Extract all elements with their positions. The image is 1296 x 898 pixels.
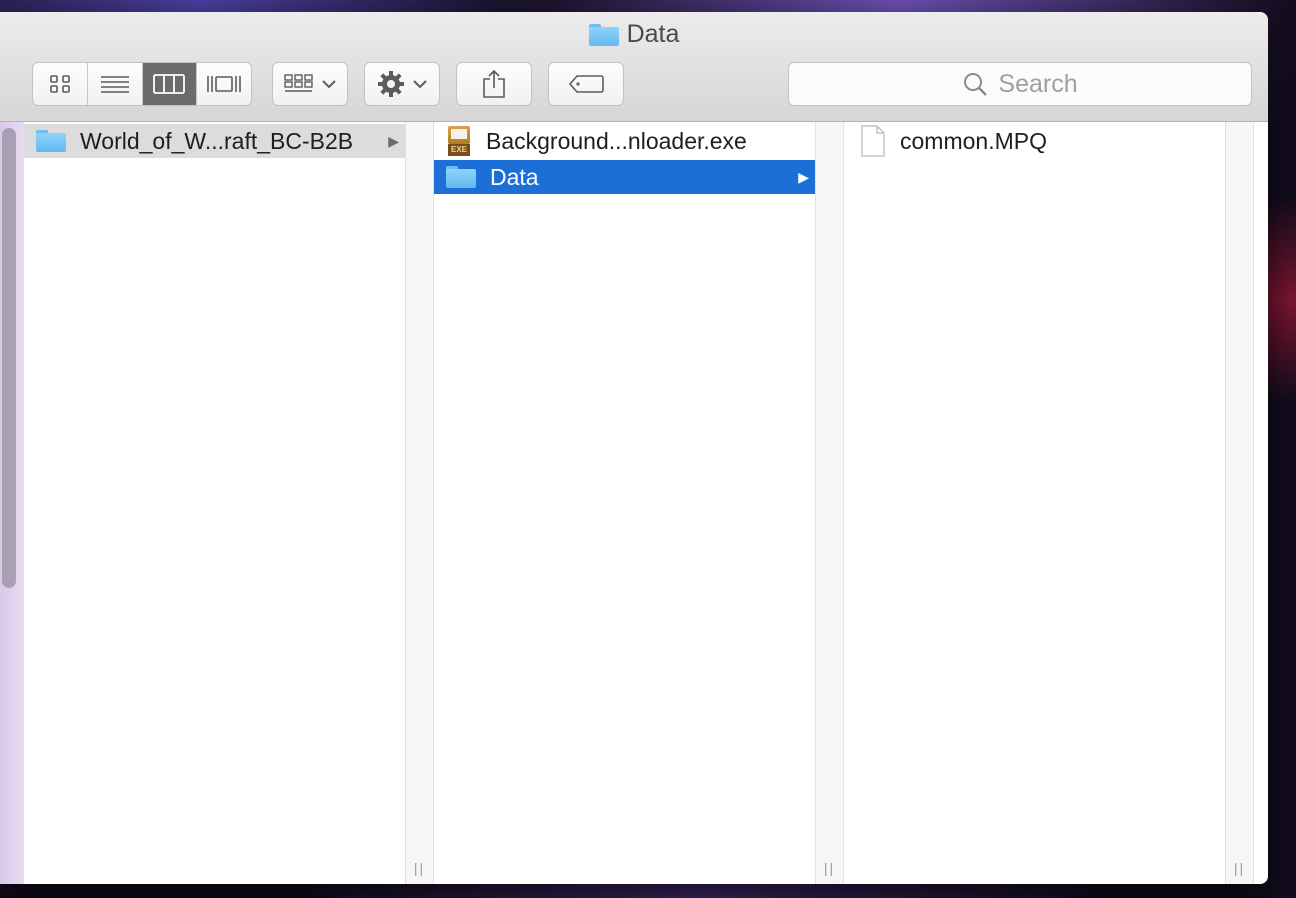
sidebar-edge xyxy=(0,122,24,884)
icon-view-icon xyxy=(50,75,70,93)
list-item[interactable]: Data ▶ xyxy=(434,160,815,194)
disclosure-arrow-icon: ▶ xyxy=(798,168,809,185)
vertical-scrollbar[interactable] xyxy=(2,128,16,588)
icon-view-button[interactable] xyxy=(33,63,88,105)
document-icon xyxy=(860,125,886,157)
chevron-down-icon xyxy=(322,80,336,89)
column-3: common.MPQ xyxy=(844,122,1226,884)
cover-flow-button[interactable] xyxy=(197,63,251,105)
column-view-button[interactable] xyxy=(142,63,198,105)
action-button[interactable] xyxy=(364,62,440,106)
arrange-button[interactable] xyxy=(272,62,348,106)
view-switcher xyxy=(32,62,252,106)
list-item[interactable]: World_of_W...raft_BC-B2B ▶ xyxy=(24,124,405,158)
column-resize-gutter[interactable]: || xyxy=(816,122,844,884)
window-title: Data xyxy=(0,20,1268,49)
folder-icon xyxy=(588,23,619,46)
search-input[interactable]: Search xyxy=(788,62,1252,106)
column-2: EXE Background...nloader.exe Data ▶ xyxy=(434,122,816,884)
search-icon xyxy=(964,73,988,96)
share-icon xyxy=(483,69,505,98)
list-item[interactable]: EXE Background...nloader.exe xyxy=(434,124,815,158)
item-name: Data xyxy=(490,163,539,190)
column-browser: World_of_W...raft_BC-B2B ▶ || EXE Backgr… xyxy=(0,122,1268,884)
finder-window: Data Search World_of_W...raft_BC-B2B ▶ |… xyxy=(0,12,1268,884)
exe-icon: EXE xyxy=(446,126,472,156)
column-view-icon xyxy=(153,74,186,94)
search-placeholder: Search xyxy=(998,69,1078,98)
column-resize-gutter[interactable]: || xyxy=(406,122,434,884)
folder-icon xyxy=(36,130,66,152)
list-view-icon xyxy=(100,76,129,93)
resize-handle[interactable]: || xyxy=(816,860,843,876)
item-name: common.MPQ xyxy=(900,127,1047,154)
column-resize-gutter[interactable]: || xyxy=(1226,122,1254,884)
tag-icon xyxy=(568,75,604,93)
chevron-down-icon xyxy=(413,80,427,89)
folder-icon xyxy=(446,166,476,188)
resize-handle[interactable]: || xyxy=(1226,860,1253,876)
tag-button[interactable] xyxy=(548,62,624,106)
list-item[interactable]: common.MPQ xyxy=(844,124,1225,158)
resize-handle[interactable]: || xyxy=(406,860,433,876)
share-button[interactable] xyxy=(456,62,532,106)
window-title-label: Data xyxy=(626,20,680,48)
list-view-button[interactable] xyxy=(88,63,143,105)
arrange-grid-icon xyxy=(284,74,313,92)
column-1: World_of_W...raft_BC-B2B ▶ xyxy=(24,122,406,884)
disclosure-arrow-icon: ▶ xyxy=(388,132,399,149)
cover-flow-icon xyxy=(207,76,241,92)
item-name: World_of_W...raft_BC-B2B xyxy=(80,127,354,154)
item-name: Background...nloader.exe xyxy=(486,127,747,154)
toolbar: Data Search xyxy=(0,12,1268,122)
gear-icon xyxy=(378,71,404,97)
